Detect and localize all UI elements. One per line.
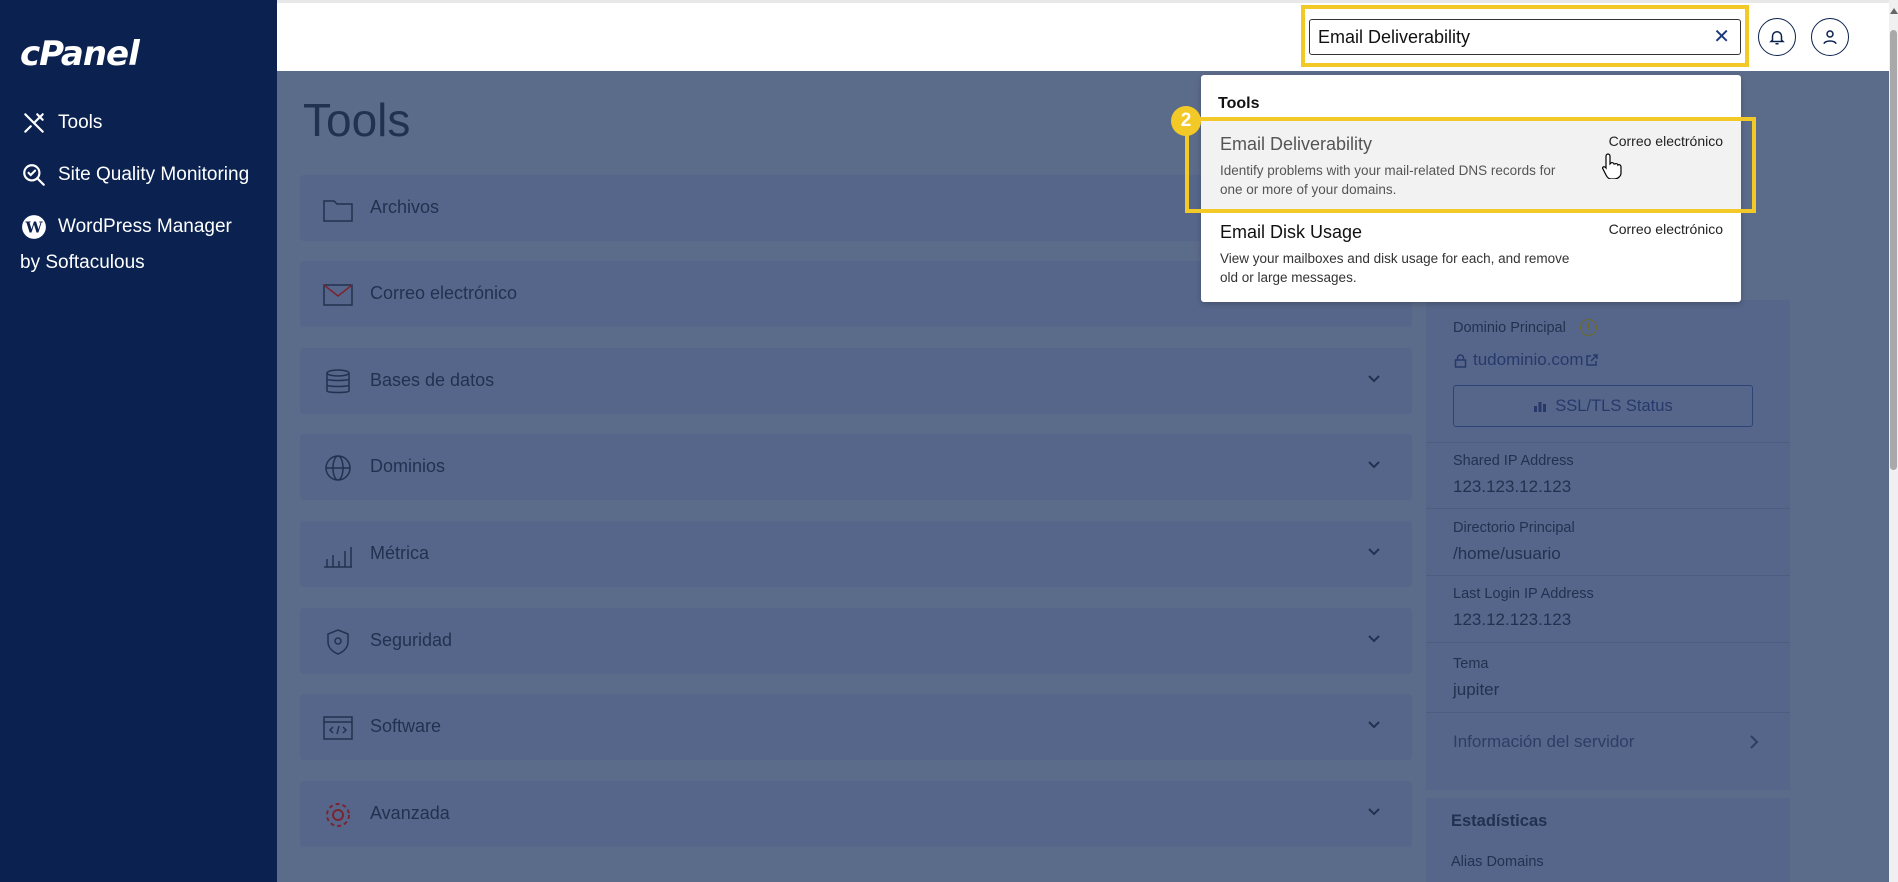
bell-icon — [1768, 28, 1786, 46]
general-info-panel: Dominio Principal ! tudominio.com SSL/TL… — [1426, 300, 1790, 790]
section-label: Bases de datos — [370, 370, 495, 390]
divider — [1426, 575, 1790, 576]
ssl-button-label: SSL/TLS Status — [1555, 396, 1673, 415]
result-description: View your mailboxes and disk usage for e… — [1220, 251, 1570, 285]
sidebar-item-label: WordPress Manager by Softaculous — [20, 216, 232, 273]
ssl-tls-status-button[interactable]: SSL/TLS Status — [1453, 385, 1753, 427]
section-seguridad[interactable]: Seguridad — [300, 608, 1412, 674]
page-title: Tools — [303, 94, 411, 146]
section-metrica[interactable]: Métrica — [300, 521, 1412, 587]
result-highlight-frame — [1185, 117, 1756, 213]
gear-icon — [326, 803, 350, 827]
hand-cursor-icon — [1602, 153, 1622, 179]
last-login-value: 123.12.123.123 — [1453, 610, 1572, 629]
scrollbar-thumb[interactable] — [1890, 30, 1897, 470]
bar-chart-icon — [1534, 402, 1547, 412]
search-input[interactable] — [1318, 20, 1698, 54]
chevron-down-icon[interactable] — [1366, 630, 1382, 646]
search-box[interactable]: ✕ — [1309, 19, 1741, 55]
clear-search-icon[interactable]: ✕ — [1713, 26, 1730, 48]
info-icon: ! — [1580, 319, 1597, 336]
last-login-label: Last Login IP Address — [1453, 586, 1594, 602]
tools-icon — [20, 109, 48, 137]
result-title: Email Disk Usage — [1220, 222, 1363, 242]
chevron-down-icon[interactable] — [1366, 456, 1382, 472]
home-dir-label: Directorio Principal — [1453, 520, 1575, 536]
sidebar-item-label: Tools — [58, 112, 103, 133]
user-menu-button[interactable] — [1811, 18, 1849, 56]
chevron-down-icon[interactable] — [1366, 370, 1382, 386]
divider — [1426, 442, 1790, 443]
step-badge: 2 — [1171, 106, 1201, 136]
sidebar-item-label: Site Quality Monitoring — [58, 164, 250, 185]
folder-icon — [323, 200, 353, 222]
user-icon — [1821, 28, 1839, 46]
section-label: Software — [370, 716, 442, 736]
main-domain-label: Dominio Principal — [1453, 320, 1566, 336]
stats-title: Estadísticas — [1451, 812, 1548, 830]
bar-chart-icon — [324, 547, 352, 568]
section-bases-de-datos[interactable]: Bases de datos — [300, 348, 1412, 414]
result-category: Correo electrónico — [1608, 221, 1723, 237]
section-label: Correo electrónico — [370, 283, 518, 303]
search-check-icon — [20, 161, 48, 189]
home-dir-value: /home/usuario — [1453, 544, 1561, 563]
lock-icon — [1454, 354, 1467, 373]
shield-icon — [327, 629, 349, 655]
section-software[interactable]: Software — [300, 694, 1412, 760]
section-label: Archivos — [370, 197, 440, 217]
section-label: Avanzada — [370, 803, 450, 823]
scroll-up-arrow-icon[interactable] — [1890, 8, 1898, 14]
section-dominios[interactable]: Dominios — [300, 434, 1412, 500]
database-icon — [326, 369, 350, 394]
sidebar-item-tools[interactable]: Tools — [20, 105, 102, 141]
stats-panel: Estadísticas Alias Domains — [1426, 798, 1790, 882]
stats-item-alias-domains: Alias Domains — [1451, 854, 1544, 870]
chevron-down-icon[interactable] — [1366, 543, 1382, 559]
chevron-right-icon[interactable] — [1748, 734, 1760, 750]
external-link-icon[interactable] — [1585, 354, 1598, 372]
theme-value: jupiter — [1453, 680, 1500, 699]
notifications-button[interactable] — [1758, 18, 1796, 56]
theme-label: Tema — [1453, 656, 1489, 672]
divider — [1426, 508, 1790, 509]
main-domain-link[interactable]: tudominio.com — [1473, 350, 1584, 370]
sidebar: cPanel Tools Site Quality Monitoring W W… — [0, 0, 277, 882]
globe-icon — [325, 455, 351, 481]
result-email-disk-usage[interactable]: Email Disk Usage View your mailboxes and… — [1201, 209, 1741, 297]
code-window-icon — [323, 716, 353, 740]
section-label: Dominios — [370, 456, 446, 476]
divider — [1426, 642, 1790, 643]
section-avanzada[interactable]: Avanzada — [300, 781, 1412, 847]
sidebar-item-wordpress[interactable]: W WordPress Manager by Softaculous — [20, 209, 260, 281]
chevron-down-icon[interactable] — [1366, 803, 1382, 819]
dropdown-heading: Tools — [1218, 95, 1260, 112]
section-label: Seguridad — [370, 630, 453, 650]
section-label: Métrica — [370, 543, 430, 563]
chevron-down-icon[interactable] — [1366, 716, 1382, 732]
mail-icon — [323, 284, 353, 306]
shared-ip-label: Shared IP Address — [1453, 453, 1574, 469]
divider — [1426, 712, 1790, 713]
shared-ip-value: 123.123.12.123 — [1453, 477, 1572, 496]
server-info-link[interactable]: Información del servidor — [1453, 732, 1634, 752]
sidebar-item-site-quality[interactable]: Site Quality Monitoring — [20, 157, 249, 193]
cpanel-logo[interactable]: cPanel — [20, 34, 140, 74]
